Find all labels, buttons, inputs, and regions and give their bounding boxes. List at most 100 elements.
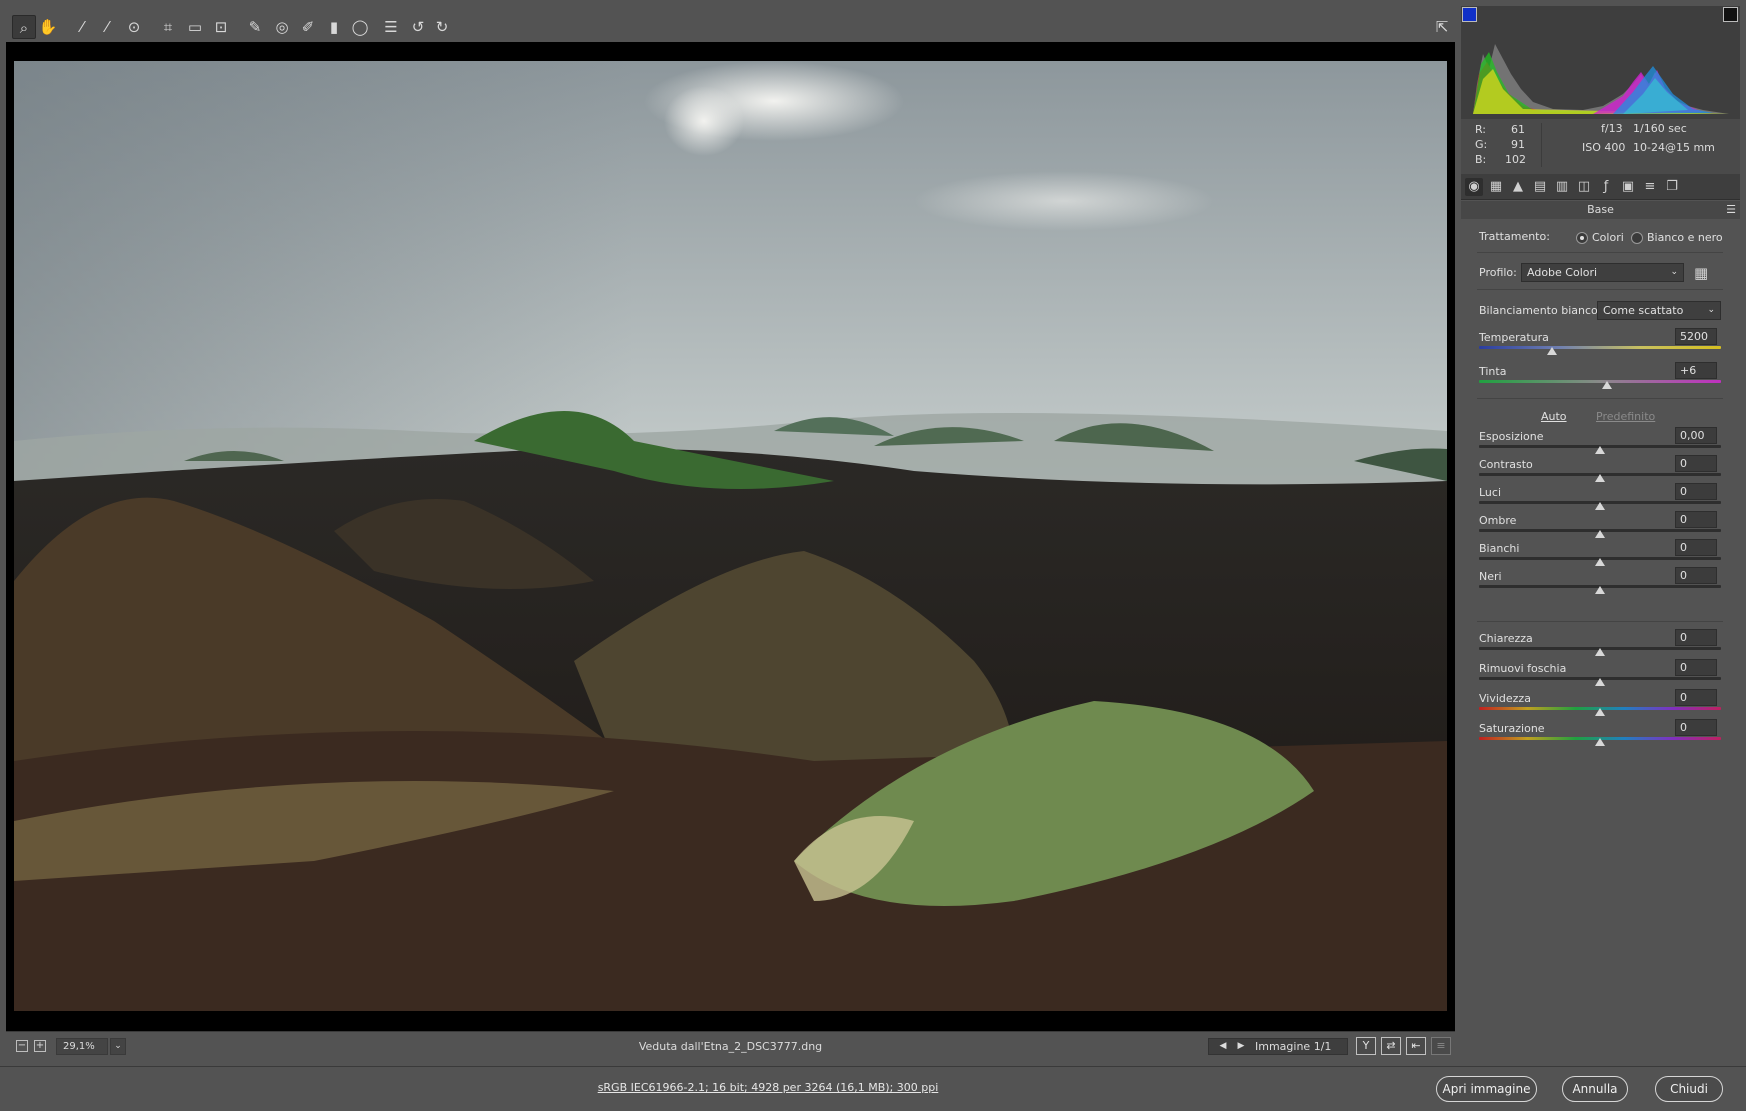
slider-thumb[interactable] — [1595, 446, 1605, 454]
divider — [1477, 252, 1723, 253]
default-link[interactable]: Predefinito — [1596, 410, 1655, 423]
temperature-value[interactable]: 5200 — [1675, 328, 1717, 345]
slider-thumb[interactable] — [1595, 648, 1605, 656]
slider-value-field[interactable]: 0 — [1675, 483, 1717, 500]
split-toning-tab-icon[interactable]: ▥ — [1553, 178, 1571, 196]
slider-thumb[interactable] — [1595, 586, 1605, 594]
presets-tab-icon[interactable]: ≡ — [1641, 178, 1659, 196]
temperature-slider-track[interactable] — [1479, 346, 1721, 349]
panel-menu-icon[interactable]: ☰ — [1726, 201, 1736, 219]
snapshots-tab-icon[interactable]: ❐ — [1663, 178, 1681, 196]
copy-settings-button[interactable]: ⇤ — [1406, 1037, 1426, 1055]
previous-image-icon[interactable]: ◀ — [1215, 1039, 1231, 1054]
slider-label: Chiarezza — [1479, 632, 1533, 645]
white-balance-label: Bilanciamento bianco: — [1479, 304, 1602, 317]
slider-value-field[interactable]: 0 — [1675, 511, 1717, 528]
eyedropper-icon[interactable]: ⁄ — [70, 15, 94, 39]
tint-slider-track[interactable] — [1479, 380, 1721, 383]
iso-value: ISO 400 — [1582, 141, 1626, 154]
detail-tab-icon[interactable]: ▲ — [1509, 178, 1527, 196]
list-icon[interactable]: ☰ — [379, 15, 403, 39]
slider-thumb[interactable] — [1595, 502, 1605, 510]
hsl-tab-icon[interactable]: ▤ — [1531, 178, 1549, 196]
basic-tab-icon[interactable]: ◉ — [1465, 178, 1483, 196]
slider-thumb[interactable] — [1595, 530, 1605, 538]
slider-thumb[interactable] — [1595, 708, 1605, 716]
slider-thumb[interactable] — [1595, 738, 1605, 746]
panel-header: Base ☰ — [1461, 201, 1740, 219]
toolbar: ⌕ ✋ ⁄ ⁄ ⊙ ⌗ ▭ ⊡ ✎ ◎ ✐ ▮ ◯ ☰ ↺ ↻ ⇱ — [6, 6, 1455, 42]
next-image-icon[interactable]: ▶ — [1233, 1039, 1249, 1054]
treatment-color-radio[interactable] — [1576, 232, 1588, 244]
chevron-down-icon: ⌄ — [1707, 305, 1715, 315]
slider-value-field[interactable]: 0 — [1675, 629, 1717, 646]
bottom-bar: sRGB IEC61966-2.1; 16 bit; 4928 per 3264… — [0, 1066, 1746, 1111]
tint-slider-thumb[interactable] — [1602, 381, 1613, 389]
slider-value-field[interactable]: 0,00 — [1675, 427, 1717, 444]
rotate-cw-icon[interactable]: ↻ — [430, 15, 454, 39]
brush-heal-icon[interactable]: ✎ — [243, 15, 267, 39]
magnifier-icon[interactable]: ⌕ — [12, 15, 36, 39]
camera-calibration-tab-icon[interactable]: ▣ — [1619, 178, 1637, 196]
hand-icon[interactable]: ✋ — [36, 15, 60, 39]
green-readout: G: 91 — [1475, 138, 1535, 151]
radial-filter-icon[interactable]: ◯ — [348, 15, 372, 39]
tint-label: Tinta — [1479, 365, 1507, 378]
treatment-bw-radio[interactable] — [1631, 232, 1643, 244]
preview-status-bar: − + 29,1% ⌄ Veduta dall'Etna_2_DSC3777.d… — [6, 1031, 1455, 1060]
swap-settings-button[interactable]: ⇄ — [1381, 1037, 1401, 1055]
effects-tab-icon[interactable]: ƒ — [1597, 178, 1615, 196]
close-button[interactable]: Chiudi — [1655, 1076, 1723, 1102]
workflow-options-link[interactable]: sRGB IEC61966-2.1; 16 bit; 4928 per 3264… — [0, 1081, 1536, 1094]
lens-corrections-tab-icon[interactable]: ◫ — [1575, 178, 1593, 196]
rotate-ccw-icon[interactable]: ↺ — [406, 15, 430, 39]
slider-value-field[interactable]: 0 — [1675, 539, 1717, 556]
eyedropper-plus-icon[interactable]: ⁄ — [95, 15, 119, 39]
red-label: R: — [1475, 123, 1487, 136]
divider — [1477, 398, 1723, 399]
slider-label: Vividezza — [1479, 692, 1531, 705]
tint-value[interactable]: +6 — [1675, 362, 1717, 379]
brush-icon[interactable]: ✐ — [296, 15, 320, 39]
profile-browser-icon[interactable]: ▦ — [1694, 264, 1714, 282]
graduated-filter-icon[interactable]: ▮ — [322, 15, 346, 39]
camera-raw-window: ⌕ ✋ ⁄ ⁄ ⊙ ⌗ ▭ ⊡ ✎ ◎ ✐ ▮ ◯ ☰ ↺ ↻ ⇱ − + 29… — [0, 0, 1746, 1111]
cancel-button[interactable]: Annulla — [1562, 1076, 1628, 1102]
temperature-slider-thumb[interactable] — [1546, 347, 1557, 355]
before-after-toggle-button[interactable]: Y — [1356, 1037, 1376, 1055]
slider-value-field[interactable]: 0 — [1675, 689, 1717, 706]
toggle-settings-button[interactable]: ≡ — [1431, 1037, 1451, 1055]
pixel-readout: R: 61 G: 91 B: 102 f/13 1/160 sec ISO 400 1… — [1461, 119, 1740, 174]
image-count-label: Immagine 1/1 — [1255, 1040, 1332, 1053]
slider-thumb[interactable] — [1595, 558, 1605, 566]
blue-label: B: — [1475, 153, 1487, 166]
adjustment-panel: R: 61 G: 91 B: 102 f/13 1/160 sec ISO 400 1… — [1461, 6, 1740, 1060]
open-image-button[interactable]: Apri immagine — [1436, 1076, 1537, 1102]
slider-thumb[interactable] — [1595, 474, 1605, 482]
green-value: 91 — [1511, 138, 1525, 151]
crop-icon[interactable]: ⌗ — [156, 15, 180, 39]
slider-label: Contrasto — [1479, 458, 1533, 471]
slider-value-field[interactable]: 0 — [1675, 567, 1717, 584]
green-label: G: — [1475, 138, 1488, 151]
temperature-label: Temperatura — [1479, 331, 1549, 344]
slider-value-field[interactable]: 0 — [1675, 659, 1717, 676]
target-adjust-icon[interactable]: ⊙ — [122, 15, 146, 39]
slider-label: Ombre — [1479, 514, 1517, 527]
slider-thumb[interactable] — [1595, 678, 1605, 686]
slider-value-field[interactable]: 0 — [1675, 719, 1717, 736]
image-preview-area[interactable] — [6, 42, 1455, 1031]
treatment-label: Trattamento: — [1479, 230, 1550, 243]
profile-select[interactable]: Adobe Colori ⌄ — [1521, 263, 1684, 282]
auto-link[interactable]: Auto — [1541, 410, 1567, 423]
slider-value-field[interactable]: 0 — [1675, 455, 1717, 472]
tone-curve-tab-icon[interactable]: ▦ — [1487, 178, 1505, 196]
slider-label: Luci — [1479, 486, 1502, 499]
level-icon[interactable]: ▭ — [183, 15, 207, 39]
fullscreen-icon[interactable]: ⇱ — [1430, 15, 1454, 39]
histogram — [1461, 6, 1740, 119]
red-eye-icon[interactable]: ◎ — [270, 15, 294, 39]
white-balance-select[interactable]: Come scattato ⌄ — [1597, 301, 1721, 320]
blue-readout: B: 102 — [1475, 153, 1535, 166]
transform-icon[interactable]: ⊡ — [209, 15, 233, 39]
